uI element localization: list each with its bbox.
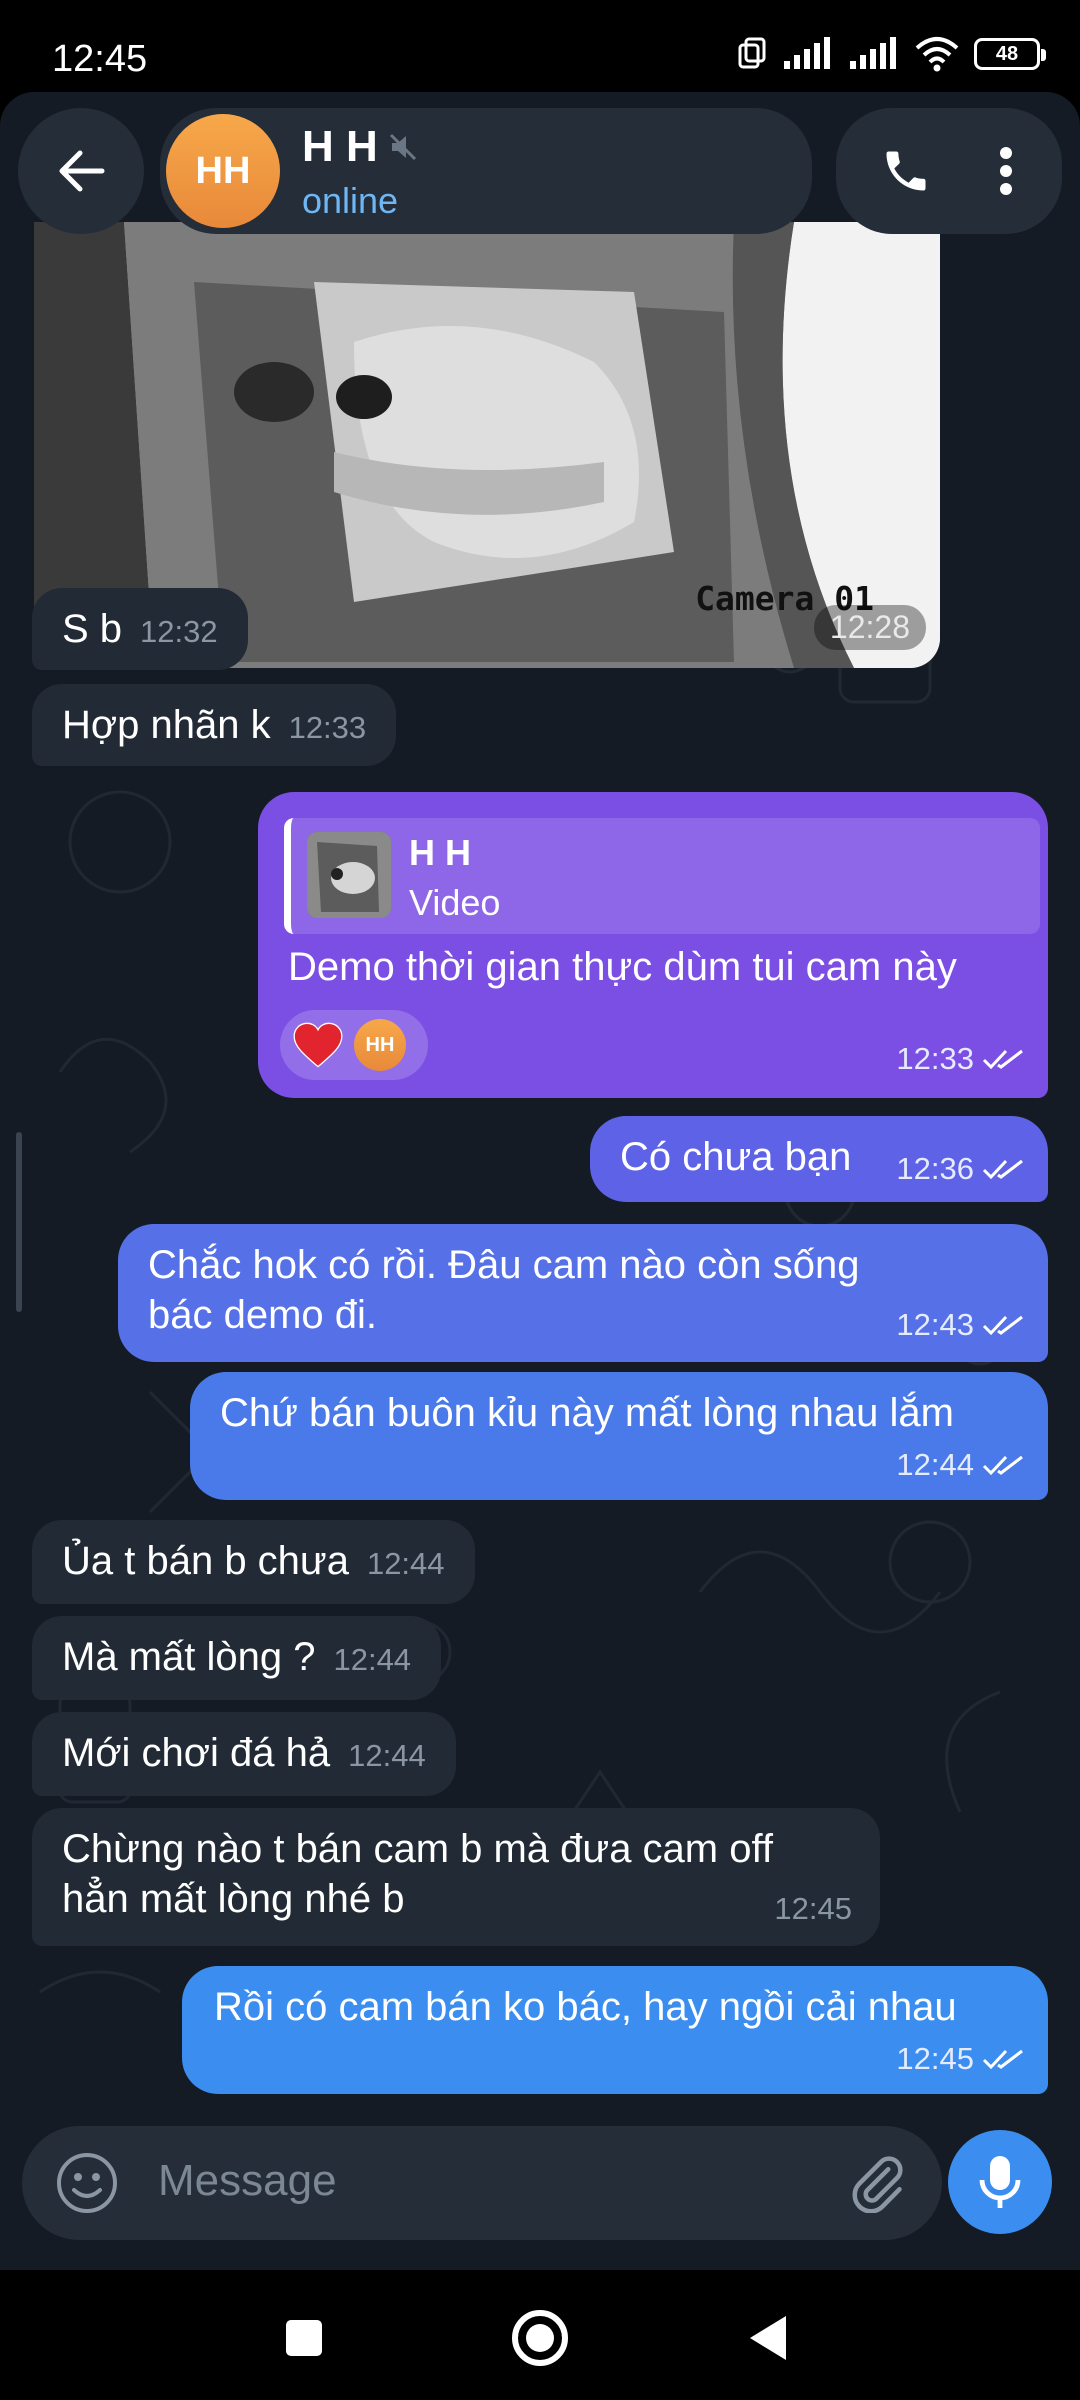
reply-type: Video xyxy=(409,882,501,923)
message-text: Hợp nhãn k xyxy=(62,703,271,747)
status-icons: 48 xyxy=(734,36,1046,72)
voice-record-button[interactable] xyxy=(948,2130,1052,2234)
message-bubble-incoming[interactable]: Mới chơi đá hả 12:44 xyxy=(32,1712,456,1796)
message-text: Mà mất lòng ? xyxy=(62,1635,316,1679)
message-bubble-incoming[interactable]: Mà mất lòng ? 12:44 xyxy=(32,1616,442,1700)
message-bubble-outgoing[interactable]: Rồi có cam bán ko bác, hay ngồi cải nhau… xyxy=(182,1966,1048,2094)
message-meta: 12:45 xyxy=(896,2034,1026,2084)
double-check-icon xyxy=(982,1455,1023,1476)
reply-sender: H H xyxy=(409,832,471,873)
double-check-icon xyxy=(982,1159,1023,1180)
reply-thumbnail xyxy=(307,832,391,918)
battery-indicator: 48 xyxy=(974,38,1046,70)
message-text: Ủa t bán b chưa xyxy=(62,1539,349,1583)
status-bar: 12:45 48 xyxy=(0,0,1080,92)
message-text: Chứ bán buôn kỉu này mất lòng nhau lắm xyxy=(220,1391,954,1435)
emoji-icon xyxy=(57,2153,117,2213)
message-time: 12:33 xyxy=(288,710,367,745)
call-button[interactable] xyxy=(856,108,956,234)
mic-icon xyxy=(979,2156,1021,2208)
message-text: Chắc hok có rồi. Đâu cam nào còn sống bá… xyxy=(148,1243,860,1337)
message-composer[interactable]: Message xyxy=(22,2126,942,2240)
nav-recents-button[interactable] xyxy=(264,2298,344,2378)
message-text: Mới chơi đá hả xyxy=(62,1731,331,1775)
reaction-chip[interactable]: HH xyxy=(280,1010,428,1080)
message-meta: 12:43 xyxy=(896,1300,1026,1350)
message-time: 12:33 xyxy=(896,1041,974,1076)
reply-quote[interactable]: H H Video xyxy=(284,818,1040,934)
phone-icon xyxy=(886,151,926,191)
message-meta: 12:44 xyxy=(896,1440,1026,1490)
chat-area[interactable]: Camera 01 12:28 HH H H online S b 12:32 H… xyxy=(0,92,1080,2120)
signal-icon xyxy=(784,37,830,69)
message-time: 12:36 xyxy=(896,1151,974,1186)
message-bubble-incoming[interactable]: S b 12:32 xyxy=(32,588,248,670)
message-meta: 12:36 xyxy=(896,1144,1026,1194)
nav-back-button[interactable] xyxy=(728,2298,808,2378)
message-bubble-incoming[interactable]: Chừng nào t bán cam b mà đưa cam off hẳn… xyxy=(32,1808,880,1946)
back-button[interactable] xyxy=(18,108,144,234)
nav-home-button[interactable] xyxy=(496,2294,584,2382)
contact-status: online xyxy=(302,180,399,221)
back-arrow-icon xyxy=(18,108,144,234)
system-navigation-bar xyxy=(0,2270,1080,2400)
avatar[interactable]: HH xyxy=(166,114,280,228)
scroll-indicator[interactable] xyxy=(16,1132,22,1312)
message-input[interactable]: Message xyxy=(158,2156,337,2206)
message-bubble-incoming[interactable]: Hợp nhãn k 12:33 xyxy=(32,684,397,766)
message-time: 12:32 xyxy=(140,614,218,649)
contact-name-text: H H xyxy=(302,122,378,171)
reaction-avatar: HH xyxy=(354,1019,406,1071)
header-actions xyxy=(836,108,1062,234)
attach-button[interactable] xyxy=(842,2148,912,2218)
message-time: 12:43 xyxy=(896,1307,974,1342)
message-text: Có chưa bạn xyxy=(620,1135,852,1179)
emoji-button[interactable] xyxy=(52,2148,122,2218)
message-time: 12:28 xyxy=(813,605,926,650)
message-time: 12:45 xyxy=(774,1891,852,1926)
message-time: 12:44 xyxy=(333,1642,412,1677)
message-meta: 12:33 xyxy=(896,1034,1026,1084)
message-bubble-outgoing[interactable]: Chứ bán buôn kỉu này mất lòng nhau lắm 1… xyxy=(190,1372,1048,1500)
message-text: Rồi có cam bán ko bác, hay ngồi cải nhau xyxy=(214,1985,957,2029)
attach-icon xyxy=(852,2156,903,2213)
chat-title-bar[interactable]: HH H H online xyxy=(160,108,812,234)
sim-icon xyxy=(738,37,766,69)
more-button[interactable] xyxy=(966,108,1046,234)
nav-circle-icon xyxy=(512,2310,568,2366)
double-check-icon xyxy=(982,1049,1023,1070)
contact-name: H H xyxy=(302,122,418,172)
nav-back-icon xyxy=(750,2316,786,2360)
heart-icon xyxy=(293,1022,343,1068)
message-text: S b xyxy=(62,607,123,651)
more-vert-icon xyxy=(1000,147,1012,195)
message-time: 12:44 xyxy=(896,1447,974,1482)
signal-icon xyxy=(850,37,896,69)
message-bubble-outgoing[interactable]: H H Video Demo thời gian thực dùm tui ca… xyxy=(258,792,1048,1098)
status-time: 12:45 xyxy=(52,38,148,80)
double-check-icon xyxy=(982,2049,1023,2070)
message-bubble-outgoing[interactable]: Chắc hok có rồi. Đâu cam nào còn sống bá… xyxy=(118,1224,1048,1362)
message-time: 12:44 xyxy=(348,1738,426,1773)
double-check-icon xyxy=(982,1315,1023,1336)
message-time: 12:44 xyxy=(366,1546,445,1581)
message-text: Chừng nào t bán cam b mà đưa cam off hẳn… xyxy=(62,1827,773,1921)
wifi-icon xyxy=(915,37,959,72)
mute-icon xyxy=(389,133,416,161)
message-text: Demo thời gian thực dùm tui cam này xyxy=(288,945,957,989)
message-time: 12:45 xyxy=(896,2041,974,2076)
nav-square-icon xyxy=(286,2320,322,2356)
message-bubble-outgoing[interactable]: Có chưa bạn 12:36 xyxy=(590,1116,1048,1202)
message-bubble-incoming[interactable]: Ủa t bán b chưa 12:44 xyxy=(32,1520,475,1604)
